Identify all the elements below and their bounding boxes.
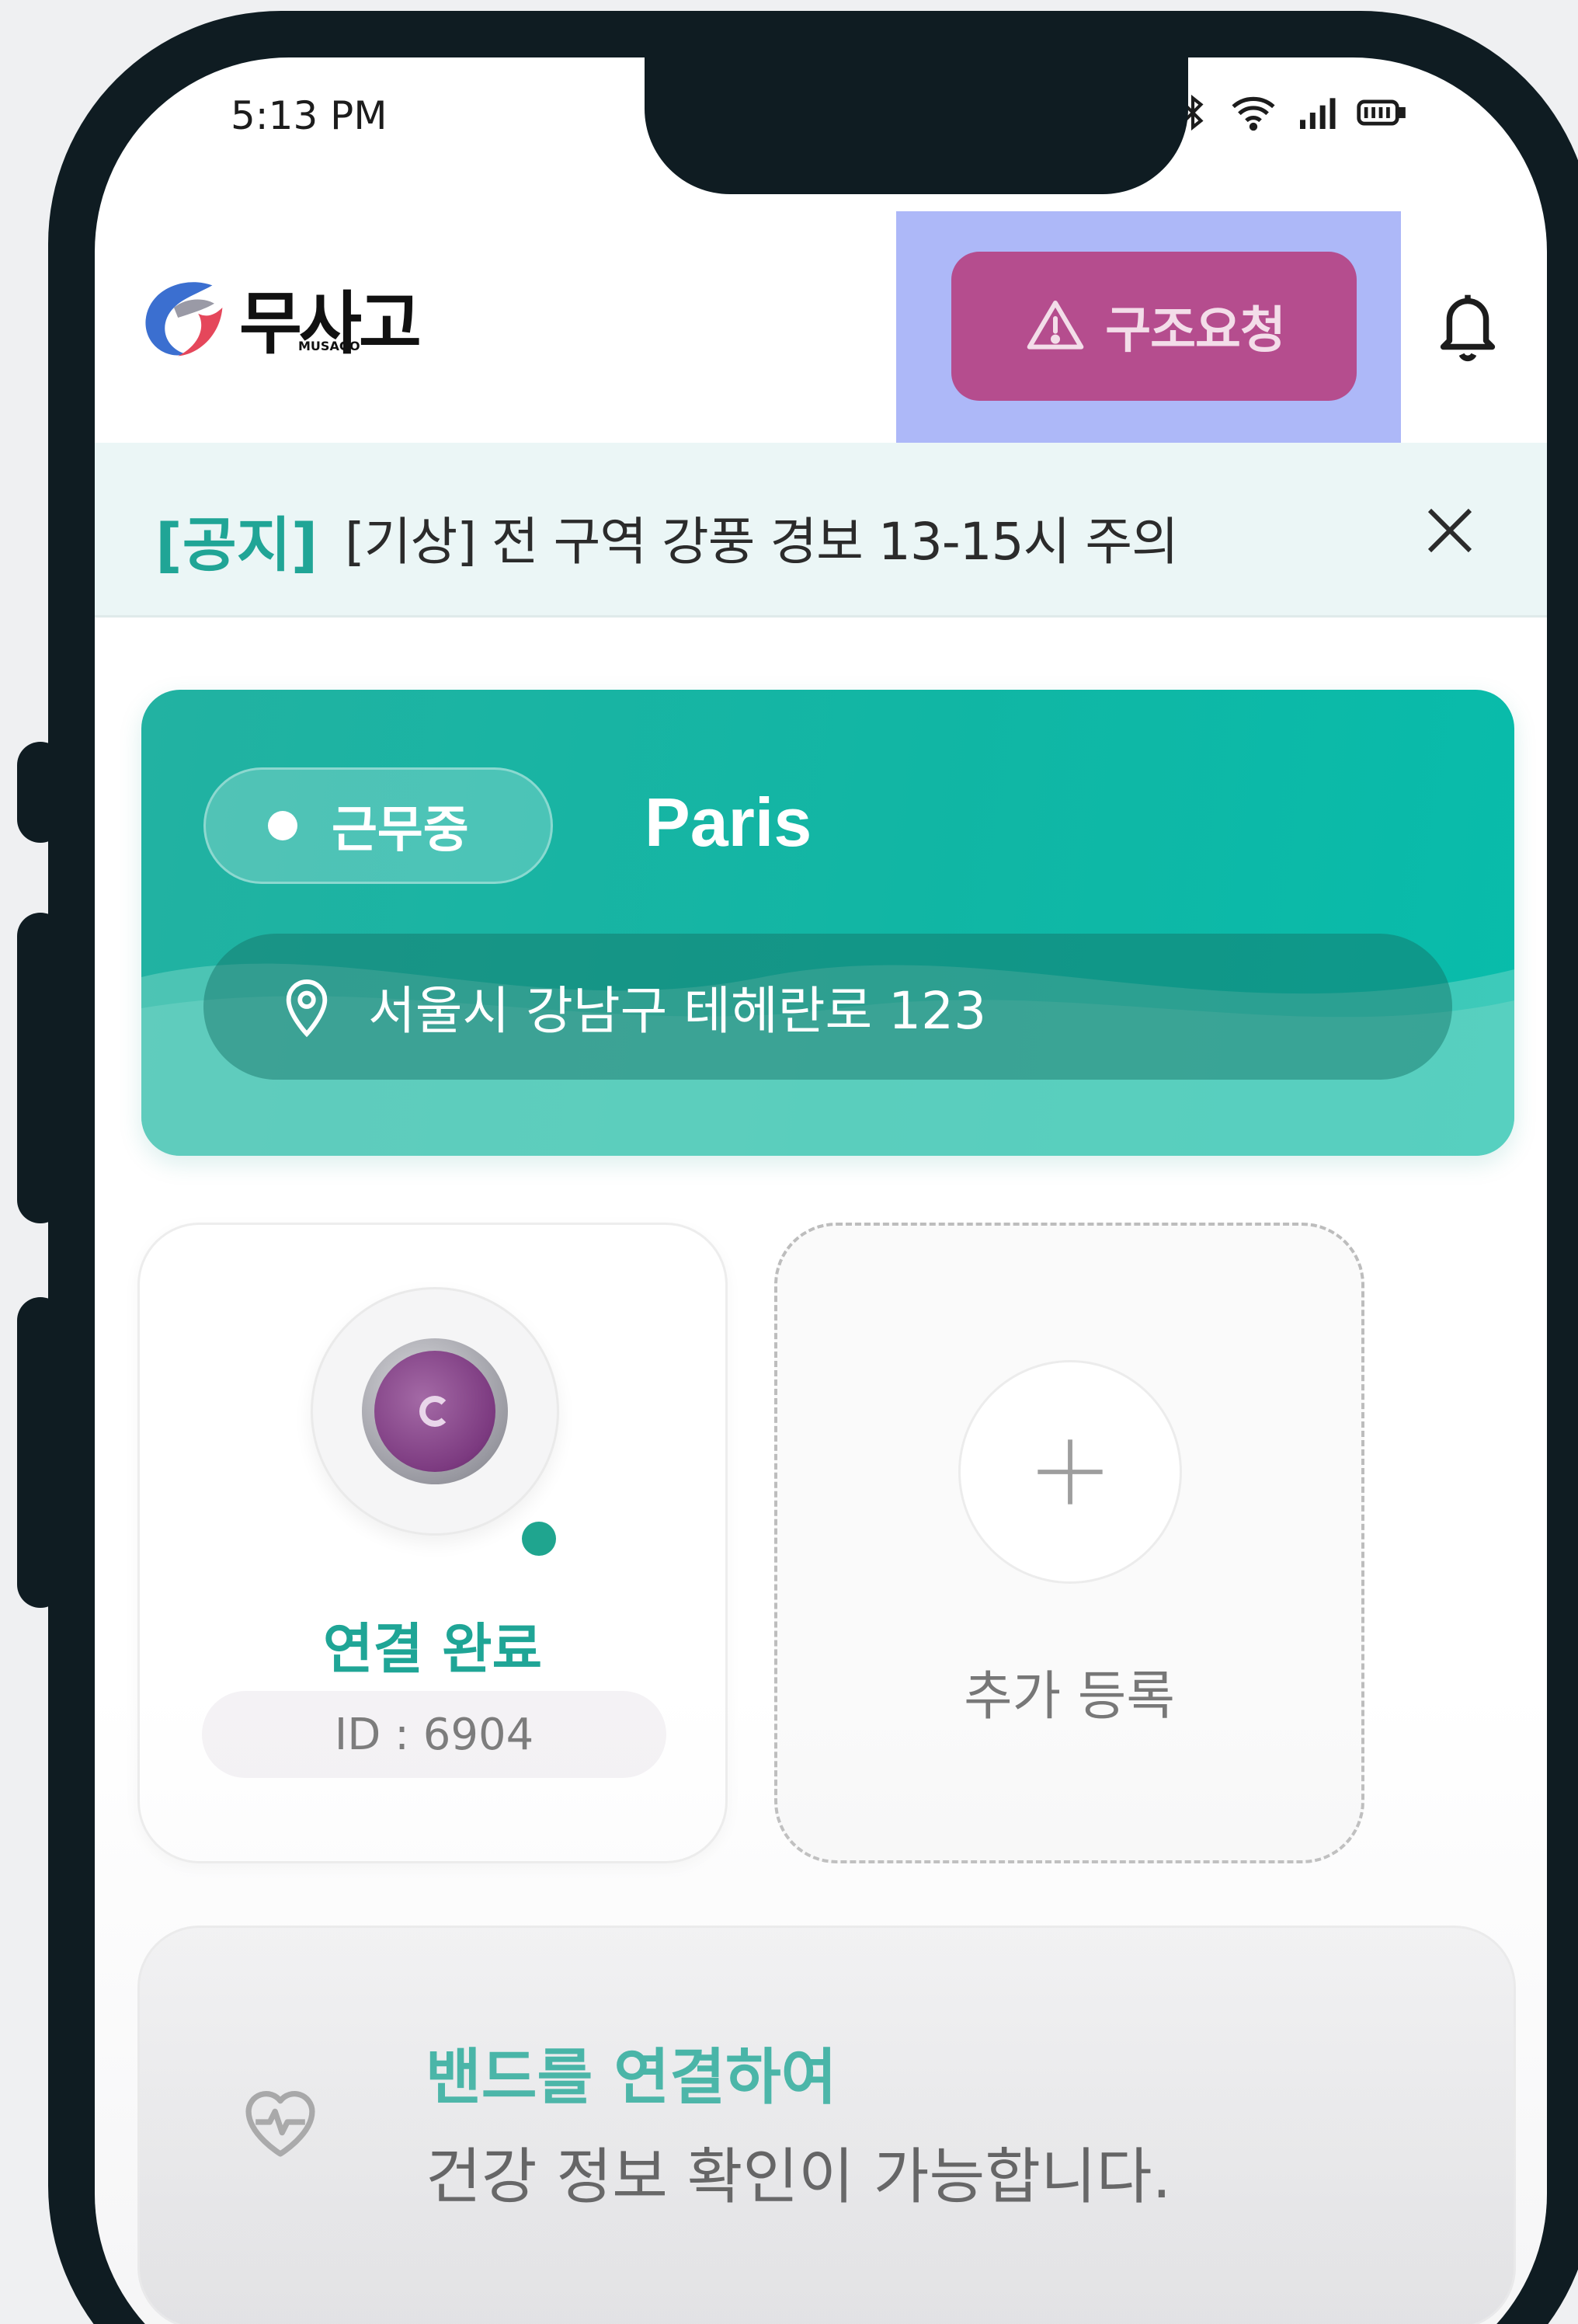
address-text: 서울시 강남구 테헤란로 123: [368, 981, 987, 1041]
phone-screen: 5:13 PM 무사고 MUSAGO 구조요청 [공지] [기상] 전 구역 강…: [95, 57, 1547, 2324]
online-indicator: [522, 1522, 556, 1556]
wifi-icon: [1232, 96, 1275, 131]
heart-pulse-icon: [245, 2091, 315, 2157]
bell-icon[interactable]: [1430, 283, 1505, 371]
add-device-button[interactable]: [961, 1362, 1180, 1581]
sos-label: 구조요청: [1105, 302, 1286, 360]
notice-bar[interactable]: [공지] [기상] 전 구역 강풍 경보 13-15시 주의: [95, 443, 1547, 618]
add-device-card[interactable]: 추가 등록: [774, 1223, 1364, 1863]
logo-wordmark: 무사고 MUSAGO: [239, 269, 422, 367]
location-pin-icon: [286, 979, 328, 1038]
warning-icon: [1027, 301, 1084, 350]
notch: [645, 57, 1188, 194]
status-time: 5:13 PM: [231, 93, 388, 138]
device-status: 연결 완료: [323, 1617, 542, 1681]
logo-subtext: MUSAGO: [298, 338, 360, 353]
battery-icon: [1357, 99, 1406, 126]
work-status-label: 근무중: [332, 802, 469, 859]
work-status-card[interactable]: 근무중 Paris 서울시 강남구 테헤란로 123: [141, 690, 1514, 1156]
hint-body: 건강 정보 확인이 가능합니다.: [426, 2142, 1172, 2212]
hint-title: 밴드를 연결하여: [426, 2043, 837, 2113]
device-id-badge: ID : 6904: [202, 1691, 666, 1778]
signal-icon: [1300, 98, 1336, 129]
address-pill: 서울시 강남구 테헤란로 123: [203, 934, 1452, 1080]
add-device-label: 추가 등록: [964, 1666, 1175, 1727]
notice-tag: [공지]: [155, 510, 318, 579]
band-device-icon: [374, 1351, 495, 1472]
health-hint-card[interactable]: 밴드를 연결하여 건강 정보 확인이 가능합니다.: [137, 1926, 1516, 2324]
device-card-connected[interactable]: 연결 완료 ID : 6904: [137, 1223, 728, 1863]
user-name: Paris: [645, 784, 812, 861]
sos-button[interactable]: 구조요청: [951, 252, 1357, 401]
plus-icon: [1038, 1439, 1103, 1505]
work-status-badge: 근무중: [203, 767, 553, 884]
app-stage: 5:13 PM 무사고 MUSAGO 구조요청 [공지] [기상] 전 구역 강…: [0, 0, 1578, 2324]
status-dot: [268, 811, 297, 840]
notice-text: [기상] 전 구역 강풍 경보 13-15시 주의: [345, 512, 1179, 572]
app-logo[interactable]: 무사고 MUSAGO: [134, 267, 422, 368]
logo-mark-icon: [145, 282, 223, 357]
close-icon[interactable]: [1420, 500, 1480, 564]
